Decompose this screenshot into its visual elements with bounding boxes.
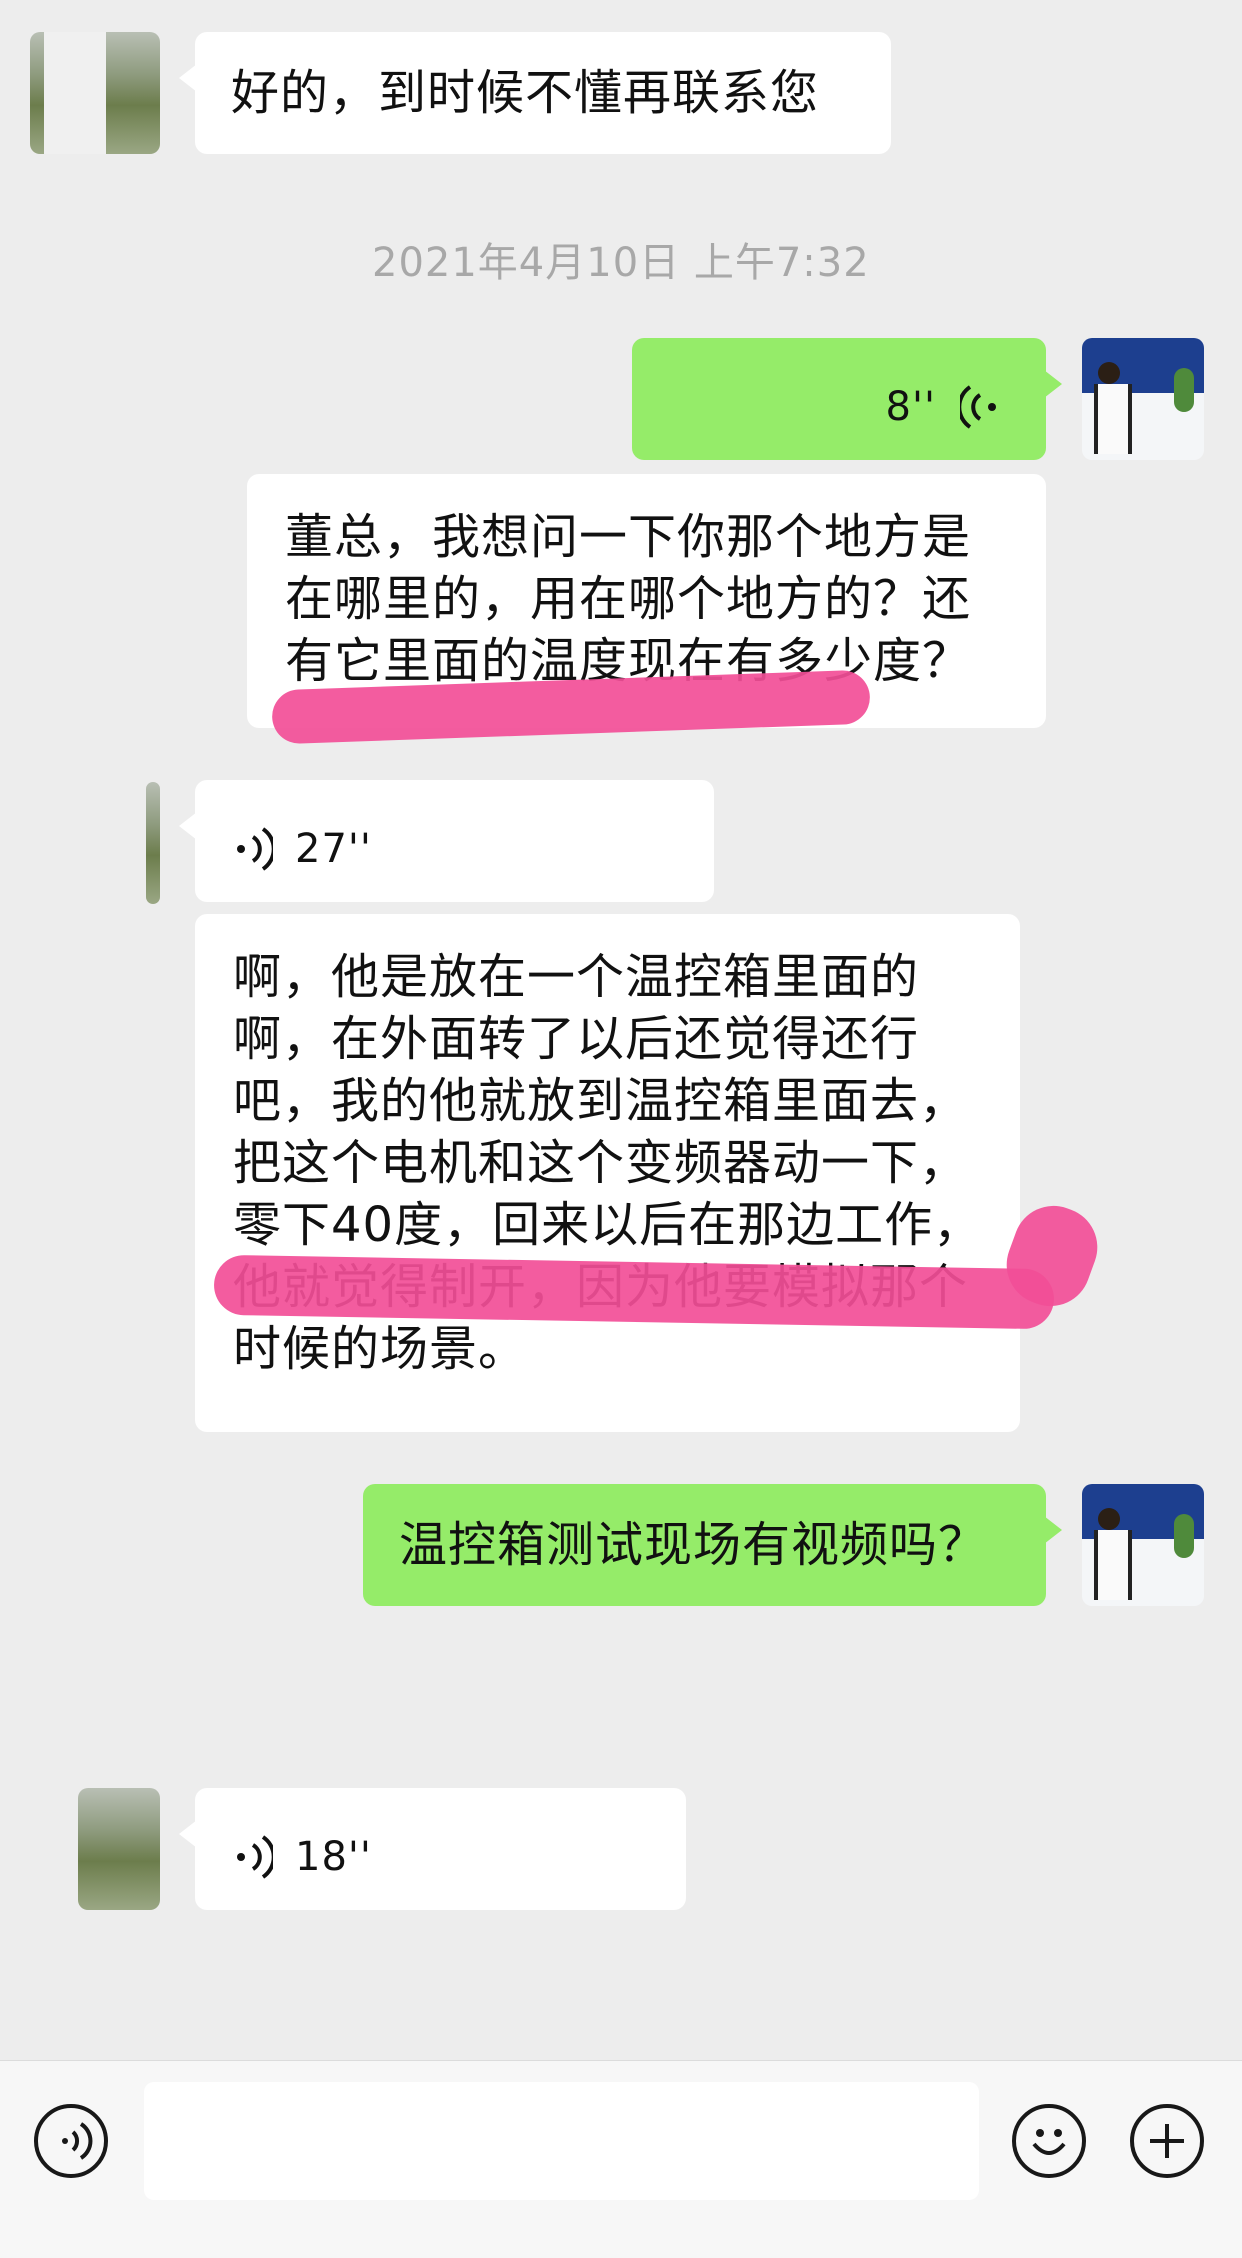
- avatar-person: [1098, 1508, 1120, 1530]
- emoji-button[interactable]: [1012, 2104, 1086, 2178]
- voice-transcription-message[interactable]: 啊，他是放在一个温控箱里面的啊，在外面转了以后还觉得还行吧，我的他就放到温控箱里…: [195, 914, 1020, 1432]
- avatar-divider: [44, 32, 106, 154]
- outgoing-message[interactable]: 温控箱测试现场有视频吗？: [363, 1484, 1062, 1606]
- contact-avatar[interactable]: [146, 782, 160, 904]
- message-input[interactable]: [144, 2082, 979, 2200]
- timestamp: 2021年4月10日 上午7:32: [372, 240, 870, 286]
- voice-duration: 27'': [295, 826, 372, 872]
- incoming-voice-message-1[interactable]: 27'': [179, 780, 714, 902]
- message-text: 董总，我想问一下你那个地方是在哪里的，用在哪个地方的？还有它里面的温度现在有多少…: [285, 509, 972, 689]
- avatar-person-body: [1094, 384, 1132, 454]
- incoming-voice-message-2[interactable]: 18'': [179, 1788, 686, 1910]
- avatar-plant: [1174, 368, 1194, 412]
- contact-avatar[interactable]: [78, 1788, 160, 1910]
- plus-icon: [1150, 2124, 1184, 2158]
- voice-duration: 18'': [295, 1834, 372, 1880]
- contact-avatar[interactable]: [30, 32, 160, 154]
- avatar-person-body: [1094, 1530, 1132, 1600]
- voice-wave-icon: [960, 385, 996, 429]
- self-avatar[interactable]: [1082, 338, 1204, 460]
- voice-mode-button[interactable]: [34, 2104, 108, 2178]
- avatar-person: [1098, 362, 1120, 384]
- outgoing-voice-message[interactable]: 8'': [632, 338, 1062, 460]
- voice-duration: 8'': [885, 384, 936, 430]
- voice-wave-icon: [237, 1835, 273, 1879]
- incoming-message-1[interactable]: 好的，到时候不懂再联系您: [179, 32, 891, 154]
- emoji-icon: [1032, 2129, 1066, 2155]
- message-text: 温控箱测试现场有视频吗？: [399, 1517, 988, 1573]
- plus-button[interactable]: [1130, 2104, 1204, 2178]
- voice-mode-icon: [62, 2122, 93, 2160]
- avatar-plant: [1174, 1514, 1194, 1558]
- message-text: 好的，到时候不懂再联系您: [231, 65, 820, 121]
- self-avatar[interactable]: [1082, 1484, 1204, 1606]
- voice-wave-icon: [237, 827, 273, 871]
